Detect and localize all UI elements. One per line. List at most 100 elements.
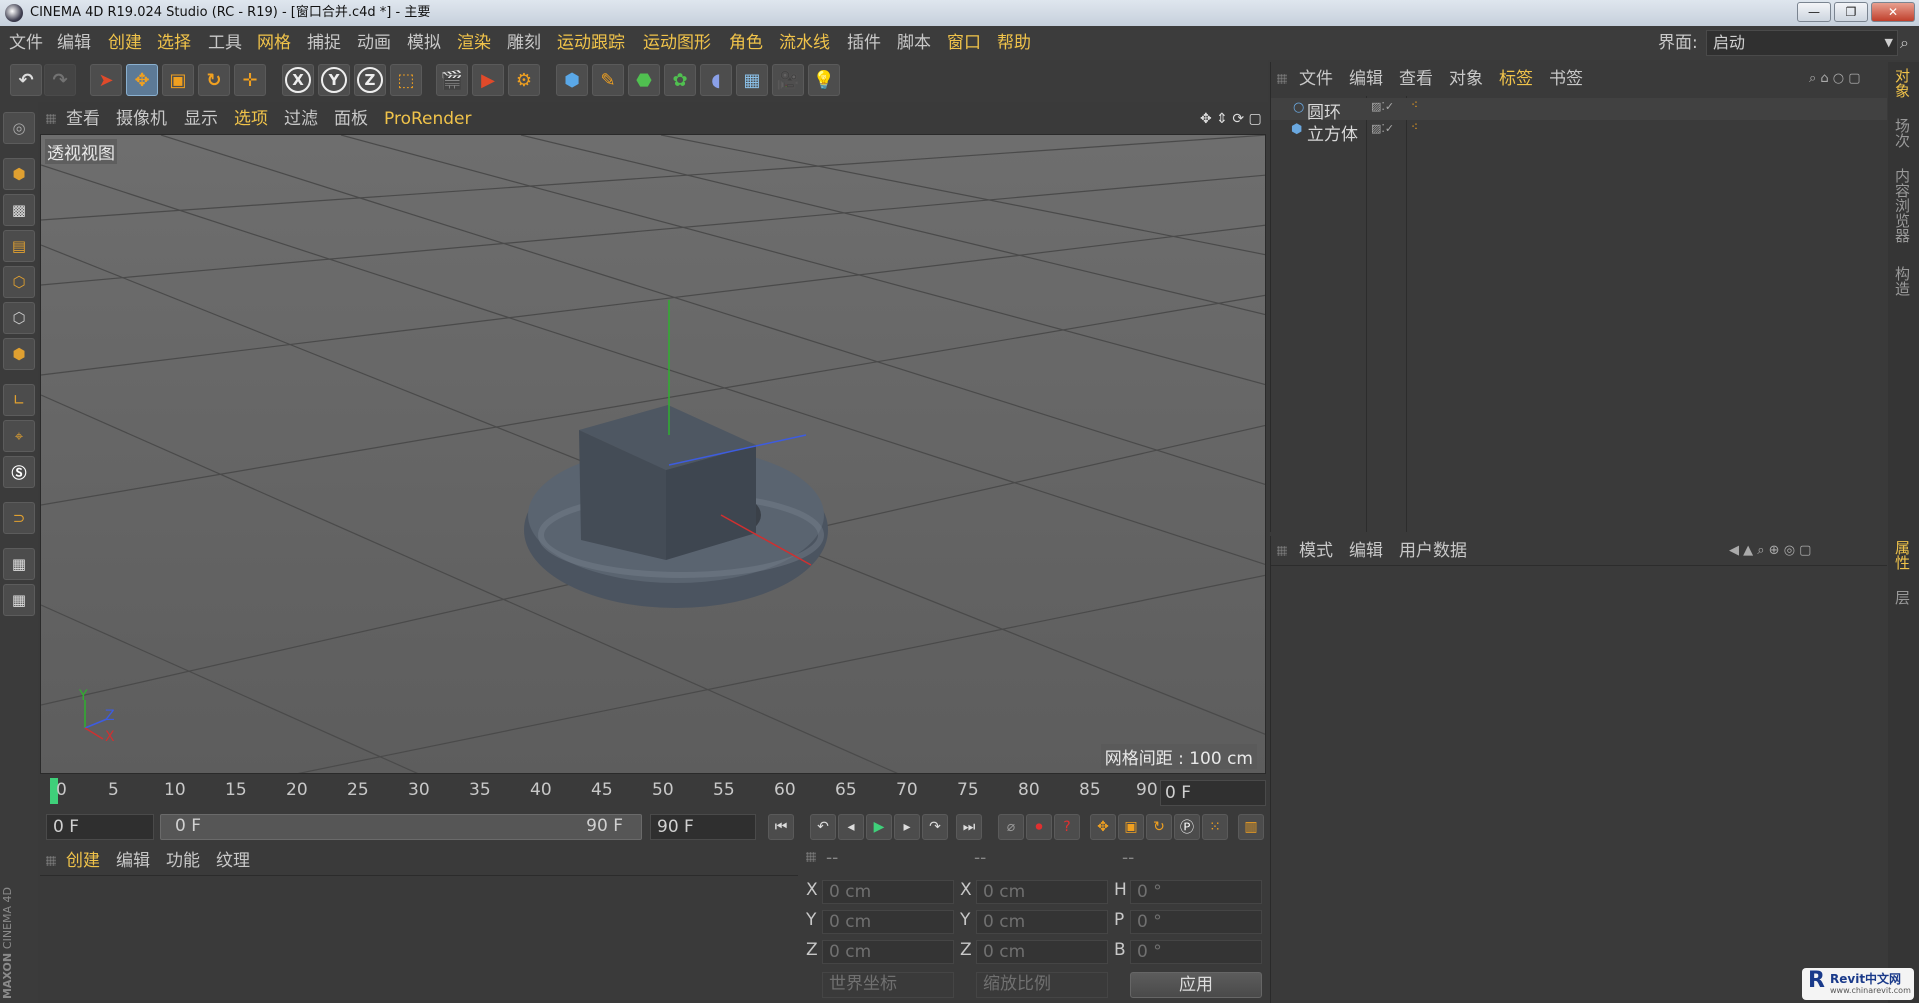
menu-motion-tracking[interactable]: 运动跟踪 bbox=[557, 26, 625, 60]
rotate-tool-button[interactable]: ↻ bbox=[198, 64, 230, 96]
go-to-end-button[interactable]: ⏭ bbox=[956, 814, 982, 840]
render-picture-viewer-button[interactable]: ▶ bbox=[472, 64, 504, 96]
light-button[interactable]: 💡 bbox=[808, 64, 840, 96]
object-menu-objects[interactable]: 对象 bbox=[1449, 62, 1483, 96]
material-menu-function[interactable]: 功能 bbox=[166, 846, 200, 876]
material-menu-create[interactable]: 创建 bbox=[66, 846, 100, 876]
tab-structure[interactable]: 构造 bbox=[1892, 266, 1913, 296]
polygons-mode-button[interactable]: ⬢ bbox=[3, 338, 35, 370]
menu-tools[interactable]: 工具 bbox=[208, 26, 242, 60]
scale-tool-button[interactable]: ▣ bbox=[162, 64, 194, 96]
z-axis-lock-button[interactable]: Z bbox=[354, 64, 386, 96]
tab-takes[interactable]: 场次 bbox=[1892, 118, 1913, 148]
list-item[interactable]: ⬢ 立方体 ▨⁚✓ ⁖ bbox=[1271, 120, 1887, 145]
undo-button[interactable]: ↶ bbox=[10, 64, 42, 96]
snap-button[interactable]: Ⓢ bbox=[3, 456, 35, 488]
rotation-p-field[interactable]: 0 ° bbox=[1130, 910, 1262, 934]
tab-content-browser[interactable]: 内容浏览器 bbox=[1892, 168, 1913, 243]
key-scale-button[interactable]: ▣ bbox=[1118, 814, 1144, 840]
tag-icon[interactable]: ⁖ bbox=[1411, 98, 1418, 112]
tweak-mode-button[interactable]: ⌖ bbox=[3, 420, 35, 452]
enable-snap-button[interactable]: ⊃ bbox=[3, 502, 35, 534]
tab-layers[interactable]: 层 bbox=[1892, 590, 1913, 605]
size-y-field[interactable]: 0 cm bbox=[976, 910, 1108, 934]
key-rotation-button[interactable]: ↻ bbox=[1146, 814, 1172, 840]
position-z-field[interactable]: 0 cm bbox=[822, 940, 954, 964]
rotation-b-field[interactable]: 0 ° bbox=[1130, 940, 1262, 964]
tab-objects[interactable]: 对象 bbox=[1892, 68, 1913, 98]
menu-pipeline[interactable]: 流水线 bbox=[779, 26, 830, 60]
material-menu-edit[interactable]: 编辑 bbox=[116, 846, 150, 876]
key-pla-button[interactable]: ⁙ bbox=[1202, 814, 1228, 840]
viewport-menu-view[interactable]: 查看 bbox=[66, 104, 100, 134]
menu-animate[interactable]: 动画 bbox=[357, 26, 391, 60]
tag-icon[interactable]: ⁖ bbox=[1411, 120, 1418, 134]
menu-edit[interactable]: 编辑 bbox=[57, 26, 91, 60]
tab-attributes[interactable]: 属性 bbox=[1892, 540, 1913, 570]
viewport-menu-filter[interactable]: 过滤 bbox=[284, 104, 318, 134]
range-slider[interactable]: 0 F 90 F bbox=[160, 814, 642, 840]
search-icon[interactable]: ⌕ bbox=[1900, 26, 1909, 60]
render-view-button[interactable]: 🎬 bbox=[436, 64, 468, 96]
previous-key-button[interactable]: ↶ bbox=[810, 814, 836, 840]
array-button[interactable]: ✿ bbox=[664, 64, 696, 96]
viewport-nav-icons[interactable]: ✥ ⇕ ⟳ ▢ bbox=[1200, 104, 1262, 134]
world-coordinates-select[interactable]: 世界坐标 bbox=[822, 972, 954, 998]
autokey-button[interactable]: ⏺ bbox=[1026, 814, 1052, 840]
menu-mograph[interactable]: 运动图形 bbox=[643, 26, 711, 60]
start-frame-field[interactable]: 0 F bbox=[46, 814, 154, 840]
cube-object-button[interactable]: ⬢ bbox=[556, 64, 588, 96]
viewport-menu-camera[interactable]: 摄像机 bbox=[116, 104, 167, 134]
minimize-button[interactable]: — bbox=[1797, 2, 1831, 22]
object-manager-nav-icons[interactable]: ⌕ ⌂ ○ ▢ bbox=[1809, 62, 1861, 96]
viewport-menu-display[interactable]: 显示 bbox=[184, 104, 218, 134]
menu-window[interactable]: 窗口 bbox=[947, 26, 981, 60]
axis-mode-button[interactable]: ∟ bbox=[3, 384, 35, 416]
pen-spline-button[interactable]: ✎ bbox=[592, 64, 624, 96]
attribute-nav-icons[interactable]: ◀ ▲ ⌕ ⊕ ◎ ▢ bbox=[1729, 536, 1811, 566]
planar-workplane-button[interactable]: ▦ bbox=[3, 584, 35, 616]
visibility-check-icon[interactable]: ▨⁚✓ bbox=[1371, 100, 1394, 113]
timeline-ruler[interactable]: 0 5 10 15 20 25 30 35 40 45 50 55 60 65 … bbox=[40, 776, 1266, 808]
visibility-check-icon[interactable]: ▨⁚✓ bbox=[1371, 122, 1394, 135]
redo-button[interactable]: ↷ bbox=[44, 64, 76, 96]
locked-workplane-button[interactable]: ▦ bbox=[3, 548, 35, 580]
make-editable-button[interactable]: ◎ bbox=[3, 112, 35, 144]
menu-simulate[interactable]: 模拟 bbox=[407, 26, 441, 60]
maximize-button[interactable]: ❐ bbox=[1834, 2, 1868, 22]
points-mode-button[interactable]: ⬡ bbox=[3, 266, 35, 298]
go-to-start-button[interactable]: ⏮ bbox=[768, 814, 794, 840]
menu-script[interactable]: 脚本 bbox=[897, 26, 931, 60]
floor-button[interactable]: ▦ bbox=[736, 64, 768, 96]
menu-snap[interactable]: 捕捉 bbox=[307, 26, 341, 60]
key-position-button[interactable]: ✥ bbox=[1090, 814, 1116, 840]
menu-character[interactable]: 角色 bbox=[729, 26, 763, 60]
close-button[interactable]: ✕ bbox=[1871, 2, 1915, 22]
menu-render[interactable]: 渲染 bbox=[457, 26, 491, 60]
edges-mode-button[interactable]: ⬡ bbox=[3, 302, 35, 334]
apply-button[interactable]: 应用 bbox=[1130, 972, 1262, 998]
rotation-h-field[interactable]: 0 ° bbox=[1130, 880, 1262, 904]
attribute-menu-mode[interactable]: 模式 bbox=[1299, 536, 1333, 566]
texture-mode-button[interactable]: ▩ bbox=[3, 194, 35, 226]
render-settings-button[interactable]: ⚙ bbox=[508, 64, 540, 96]
object-menu-tags[interactable]: 标签 bbox=[1499, 62, 1533, 96]
material-menu-texture[interactable]: 纹理 bbox=[216, 846, 250, 876]
key-parameter-button[interactable]: Ⓟ bbox=[1174, 814, 1200, 840]
timeline-window-button[interactable]: ▥ bbox=[1238, 814, 1264, 840]
menu-create[interactable]: 创建 bbox=[108, 26, 142, 60]
size-x-field[interactable]: 0 cm bbox=[976, 880, 1108, 904]
recent-tool-button[interactable]: ✛ bbox=[234, 64, 266, 96]
object-menu-file[interactable]: 文件 bbox=[1299, 62, 1333, 96]
viewport-menu-panel[interactable]: 面板 bbox=[334, 104, 368, 134]
scale-mode-select[interactable]: 缩放比例 bbox=[976, 972, 1108, 998]
attribute-menu-userdata[interactable]: 用户数据 bbox=[1399, 536, 1467, 566]
perspective-viewport[interactable]: Y Z X 透视视图 网格间距 : 100 cm bbox=[40, 134, 1266, 774]
end-frame-field[interactable]: 90 F bbox=[650, 814, 756, 840]
viewport-menu-prorender[interactable]: ProRender bbox=[384, 104, 472, 134]
camera-button[interactable]: 🎥 bbox=[772, 64, 804, 96]
menu-help[interactable]: 帮助 bbox=[997, 26, 1031, 60]
deformer-button[interactable]: ◖ bbox=[700, 64, 732, 96]
object-menu-edit[interactable]: 编辑 bbox=[1349, 62, 1383, 96]
list-item[interactable]: ○ 圆环 ▨⁚✓ ⁖ bbox=[1271, 98, 1887, 123]
